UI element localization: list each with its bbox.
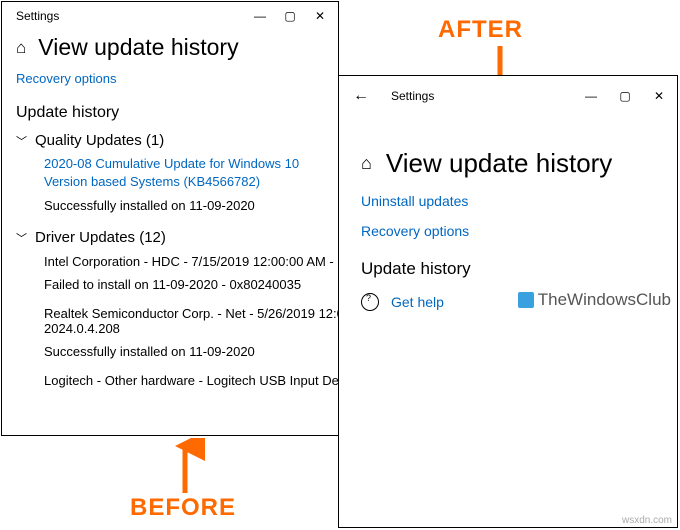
chevron-down-icon: ﹀: [16, 230, 27, 246]
after-window: ← Settings — ▢ ✕ ⌂ View update history U…: [338, 75, 678, 528]
get-help-link[interactable]: Get help: [391, 294, 444, 310]
driver-update-item[interactable]: Logitech - Other hardware - Logitech USB…: [44, 373, 324, 388]
after-label: AFTER: [438, 16, 523, 44]
driver-update-item[interactable]: Intel Corporation - HDC - 7/15/2019 12:0…: [44, 254, 324, 269]
source-watermark: wsxdn.com: [622, 515, 672, 526]
install-status: Successfully installed on 11-09-2020: [44, 198, 324, 213]
driver-updates-expander[interactable]: ﹀ Driver Updates (12): [16, 229, 324, 246]
install-status: Successfully installed on 11-09-2020: [44, 344, 324, 359]
back-button[interactable]: ←: [353, 87, 369, 105]
chevron-down-icon: ﹀: [16, 133, 27, 149]
driver-update-item[interactable]: Realtek Semiconductor Corp. - Net - 5/26…: [44, 306, 324, 321]
minimize-button[interactable]: —: [583, 82, 599, 110]
watermark: TheWindowsClub: [518, 290, 671, 310]
uninstall-updates-link[interactable]: Uninstall updates: [361, 193, 655, 209]
quality-update-item[interactable]: 2020-08 Cumulative Update for Windows 10…: [44, 155, 324, 190]
driver-update-item: 2024.0.4.208: [44, 321, 324, 336]
recovery-options-link[interactable]: Recovery options: [16, 71, 324, 86]
maximize-button[interactable]: ▢: [282, 2, 298, 30]
titlebar: ← Settings — ▢ ✕: [339, 76, 677, 112]
arrow-up-icon: [165, 438, 205, 498]
help-icon: [361, 293, 379, 311]
update-history-heading: Update history: [361, 259, 655, 279]
page-title: View update history: [38, 34, 238, 61]
page-title: View update history: [386, 148, 612, 179]
close-button[interactable]: ✕: [651, 82, 667, 110]
window-title: Settings: [16, 9, 59, 23]
home-icon[interactable]: ⌂: [16, 39, 26, 56]
watermark-badge-icon: [518, 292, 534, 308]
close-button[interactable]: ✕: [312, 2, 328, 30]
titlebar: Settings — ▢ ✕: [2, 2, 338, 30]
home-icon[interactable]: ⌂: [361, 153, 372, 174]
recovery-options-link[interactable]: Recovery options: [361, 223, 655, 239]
minimize-button[interactable]: —: [252, 2, 268, 30]
before-window: Settings — ▢ ✕ ⌂ View update history Rec…: [1, 1, 339, 436]
install-status: Failed to install on 11-09-2020 - 0x8024…: [44, 277, 324, 292]
window-title: Settings: [391, 89, 434, 103]
maximize-button[interactable]: ▢: [617, 82, 633, 110]
before-label: BEFORE: [130, 494, 236, 522]
update-history-heading: Update history: [16, 104, 324, 122]
quality-updates-expander[interactable]: ﹀ Quality Updates (1): [16, 132, 324, 149]
